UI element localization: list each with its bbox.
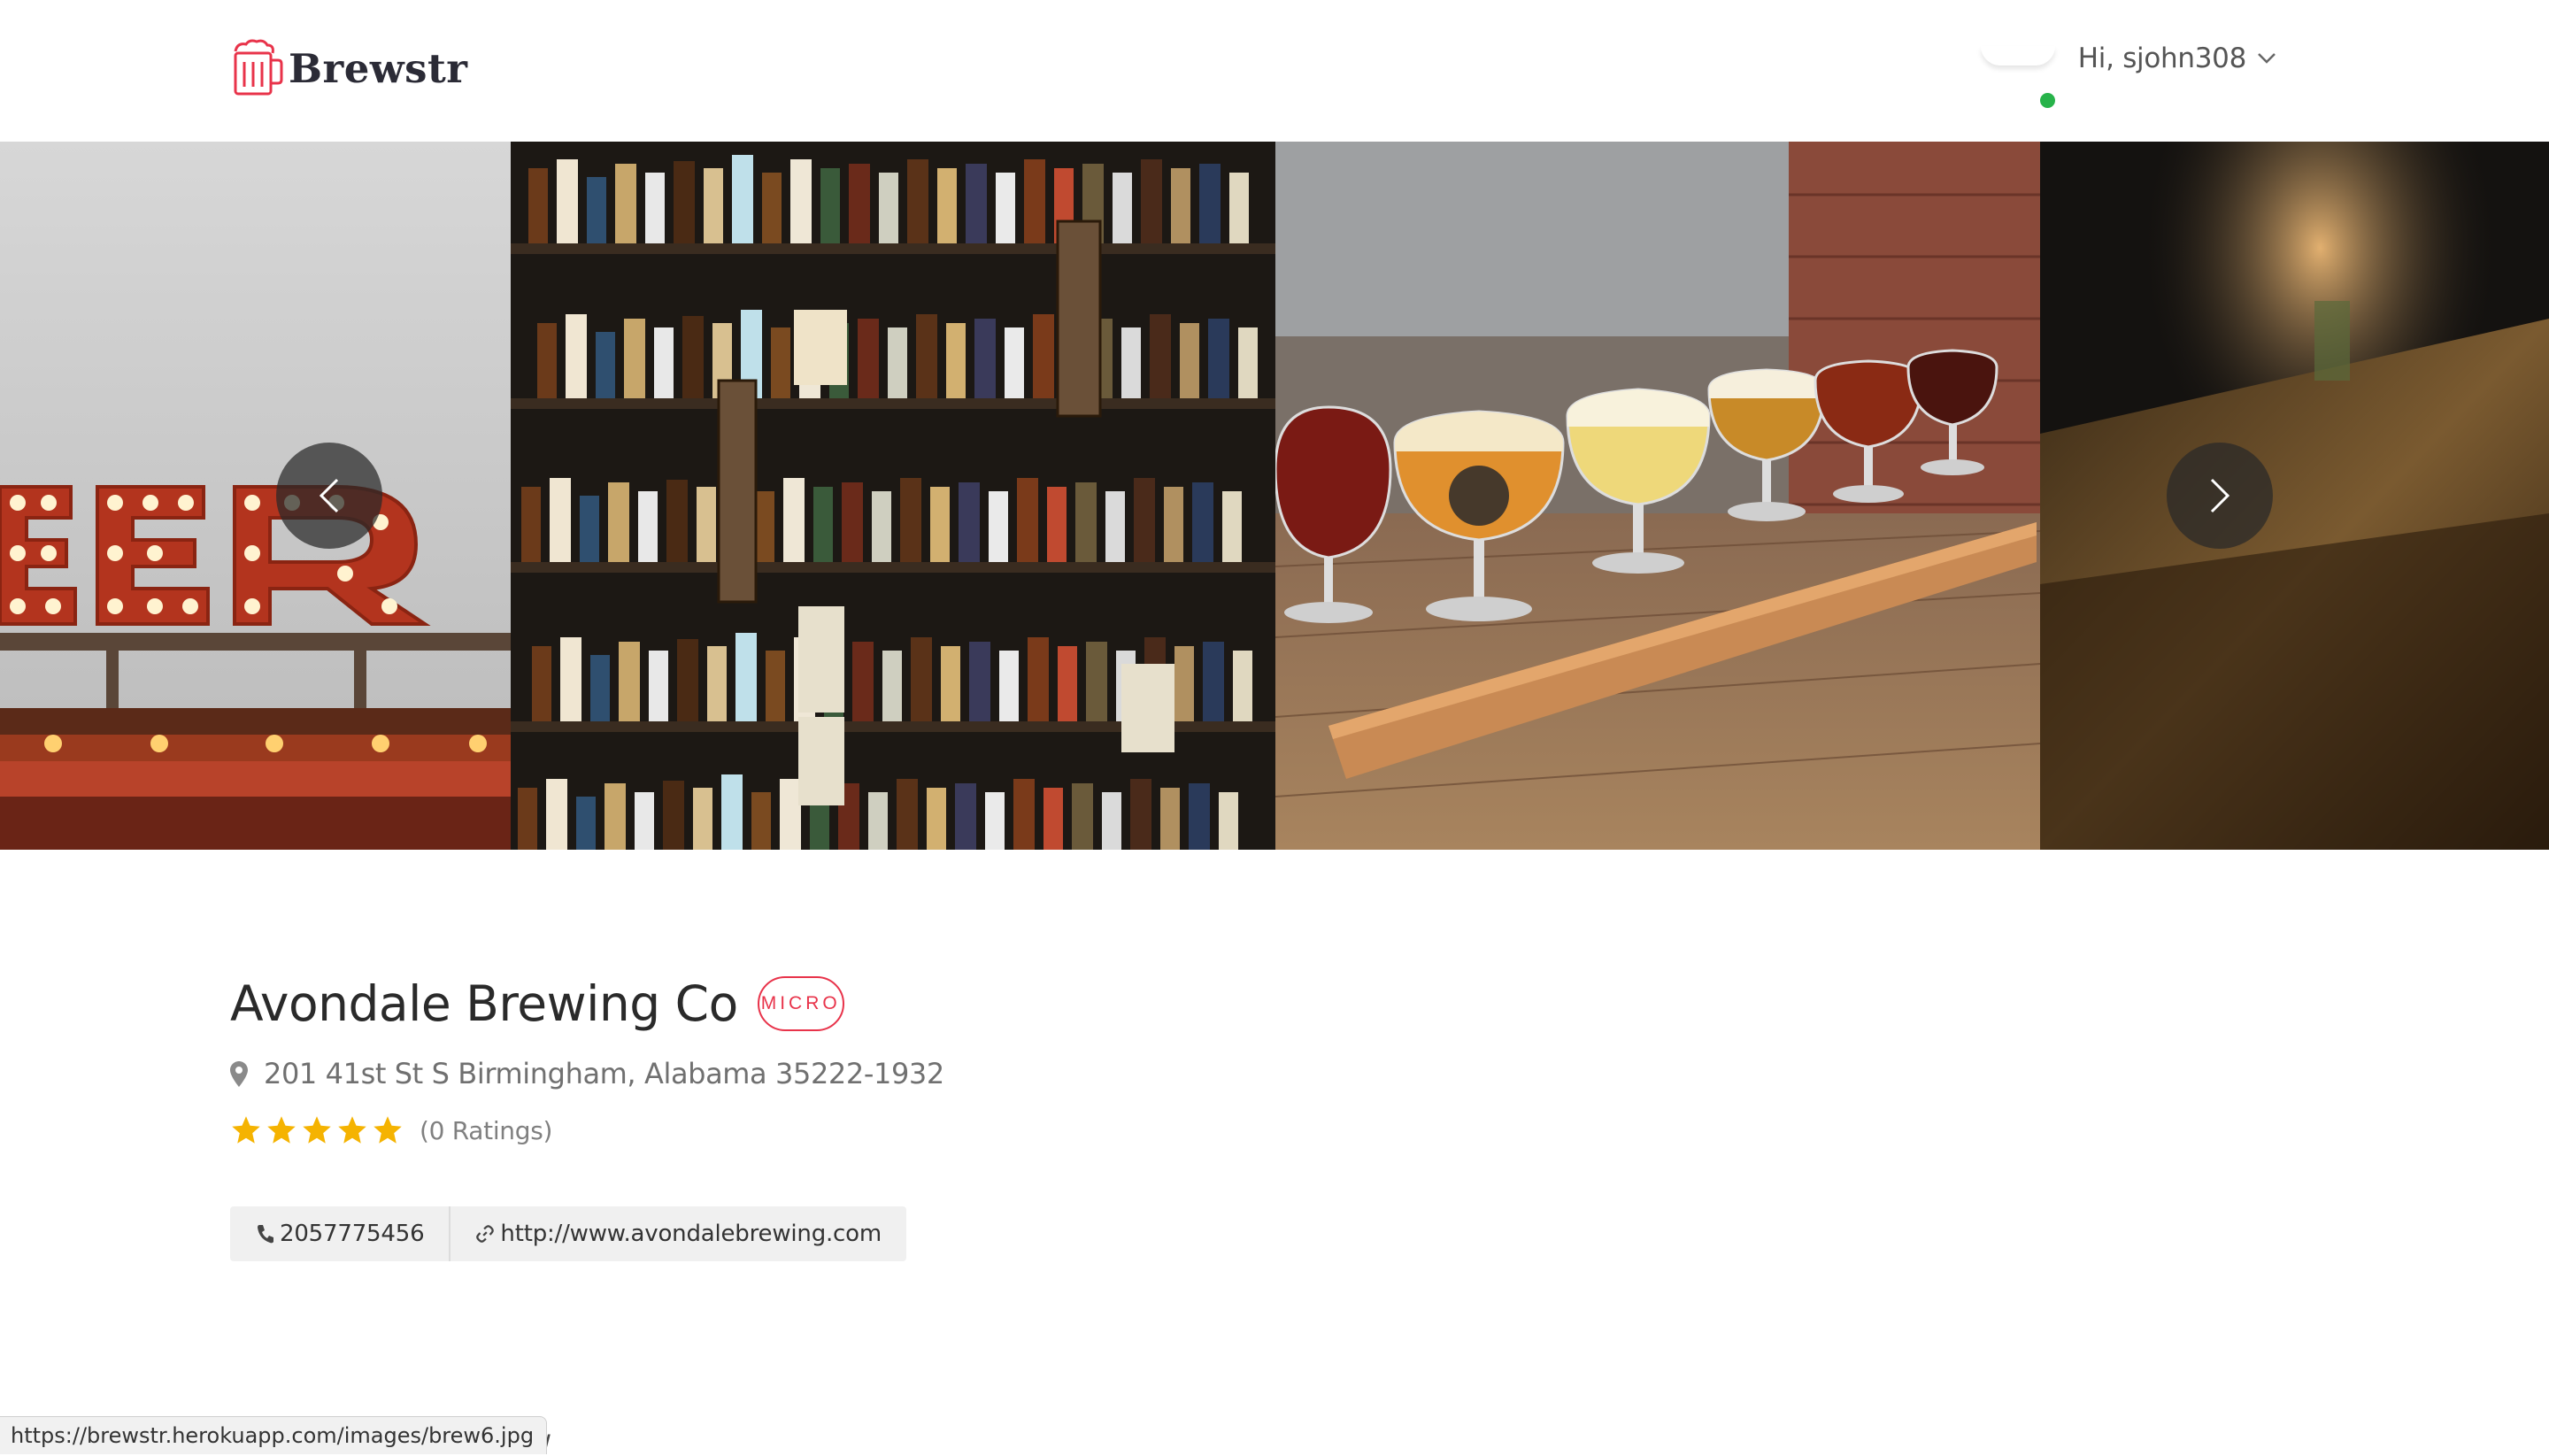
carousel-prev-button[interactable]: [276, 443, 382, 549]
star-icon[interactable]: [336, 1114, 368, 1146]
chevron-left-icon: [319, 478, 339, 513]
carousel-slide-bottle-shelves: [511, 142, 1275, 850]
website-link[interactable]: http://www.avondalebrewing.com: [449, 1206, 906, 1261]
user-greeting[interactable]: Hi, sjohn308: [2078, 42, 2247, 74]
rating-count: (0 Ratings): [420, 1115, 553, 1145]
photo-carousel: [0, 142, 2549, 850]
brewery-type-badge: MICRO: [757, 976, 844, 1031]
chevron-right-icon: [2210, 478, 2230, 513]
star-icon[interactable]: [301, 1114, 333, 1146]
carousel-slide-beer-sign: [0, 142, 511, 850]
carousel-slide-wood-bar: [2040, 142, 2549, 850]
brand-logo[interactable]: Brewstr: [230, 39, 467, 97]
carousel-next-button[interactable]: [2167, 443, 2273, 549]
phone-icon: [258, 1225, 273, 1244]
brewery-address: 201 41st St S Birmingham, Alabama 35222-…: [264, 1057, 944, 1090]
browser-status-bar: https://brewstr.herokuapp.com/images/bre…: [0, 1416, 548, 1454]
user-avatar-wrapper: [1980, 46, 2058, 111]
star-icon[interactable]: [230, 1114, 262, 1146]
star-icon[interactable]: [372, 1114, 404, 1146]
link-icon: [476, 1225, 495, 1243]
website-url: http://www.avondalebrewing.com: [500, 1221, 882, 1247]
user-menu[interactable]: Hi, sjohn308: [1980, 42, 2276, 111]
top-navbar: Brewstr Hi, sjohn308: [0, 0, 2549, 142]
carousel-slide-beer-flight: [1275, 142, 2040, 850]
beer-mug-icon: [234, 39, 283, 96]
phone-number: 2057775456: [280, 1221, 425, 1247]
contact-button-group: 2057775456 http://www.avondalebrewing.co…: [230, 1206, 906, 1261]
status-url: https://brewstr.herokuapp.com/images/bre…: [11, 1423, 535, 1448]
phone-button[interactable]: 2057775456: [230, 1206, 449, 1261]
avatar[interactable]: [1980, 46, 2055, 65]
online-status-dot: [2037, 90, 2058, 111]
brewery-address-row: 201 41st St S Birmingham, Alabama 35222-…: [230, 1057, 944, 1090]
rating-row: (0 Ratings): [230, 1114, 552, 1146]
map-pin-icon: [230, 1060, 248, 1087]
brewery-name: Avondale Brewing Co: [230, 975, 738, 1032]
star-icon[interactable]: [266, 1114, 297, 1146]
chevron-down-icon[interactable]: [2257, 52, 2276, 65]
brewery-title-row: Avondale Brewing Co MICRO: [230, 975, 844, 1032]
app-name: Brewstr: [289, 44, 468, 92]
